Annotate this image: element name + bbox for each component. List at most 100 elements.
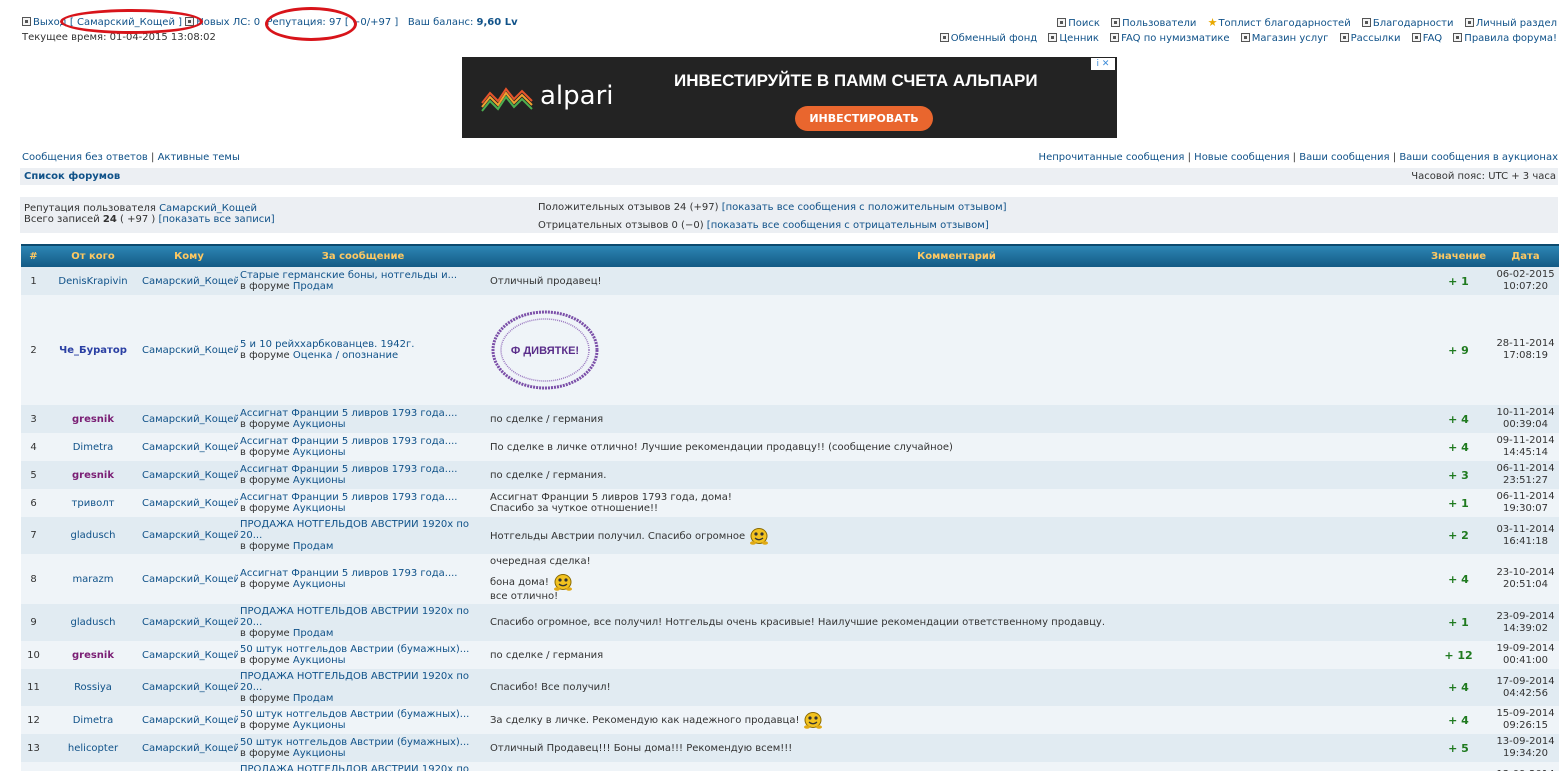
search-link[interactable]: Поиск [1068, 18, 1100, 29]
post-title-link[interactable]: Ассигнат Франции 5 ливров 1793 года.... [240, 568, 486, 579]
post-title-link[interactable]: ПРОДАЖА НОТГЕЛЬДОВ АВСТРИИ 1920х по [240, 606, 486, 617]
new-posts-link[interactable]: Новые сообщения [1194, 152, 1289, 163]
reputation-label[interactable]: Репутация: 97 [267, 17, 342, 28]
post-title-link[interactable]: Ассигнат Франции 5 ливров 1793 года.... [240, 408, 486, 419]
post-title-link[interactable]: Старые германские боны, нотгельды и... [240, 270, 486, 281]
active-topics-link[interactable]: Активные темы [158, 152, 240, 163]
faq-link[interactable]: FAQ [1423, 33, 1442, 44]
to-user-link[interactable]: Самарский_Кощей [142, 682, 238, 693]
forum-link[interactable]: Аукционы [293, 655, 346, 666]
comment-text-line2: Спасибо за чуткое отношение!! [490, 503, 658, 514]
from-user-link[interactable]: Dimetra [73, 442, 114, 453]
logout-link[interactable]: Выход [33, 17, 67, 28]
shop-icon [1240, 33, 1250, 42]
comment-text: По сделке в личке отлично! Лучшие рекоме… [490, 441, 953, 453]
to-user-link[interactable]: Самарский_Кощей [142, 530, 238, 541]
your-auction-posts-link[interactable]: Ваши сообщения в аукционах [1399, 152, 1558, 163]
username-link[interactable]: [ Самарский_Кощей ] [70, 17, 182, 28]
date-cell: 03-11-2014 16:41:18 [1492, 517, 1559, 554]
show-negative-link[interactable]: [показать все сообщения с отрицательным … [707, 220, 989, 231]
comment-cell: За сделку в личке. Рекомендую как надежн… [488, 706, 1425, 734]
to-user-link[interactable]: Самарский_Кощей [142, 715, 238, 726]
thanks-toplist-link[interactable]: Топлист благодарностей [1218, 18, 1350, 29]
forum-link[interactable]: Продам [293, 541, 334, 552]
post-title-link-cont[interactable]: 20... [240, 682, 486, 693]
post-cell: ПРОДАЖА НОТГЕЛЬДОВ АВСТРИИ 1920х по20...… [238, 517, 488, 554]
forum-link[interactable]: Аукционы [293, 447, 346, 458]
from-user-link[interactable]: gladusch [71, 530, 116, 541]
personal-section-link[interactable]: Личный раздел [1476, 18, 1557, 29]
post-title-link[interactable]: Ассигнат Франции 5 ливров 1793 года.... [240, 464, 486, 475]
forum-link[interactable]: Аукционы [293, 748, 346, 759]
post-title-link[interactable]: ПРОДАЖА НОТГЕЛЬДОВ АВСТРИИ 1920х по [240, 671, 486, 682]
date-value: 15-09-2014 [1496, 708, 1555, 719]
mailing-link[interactable]: Рассылки [1351, 33, 1401, 44]
time-value: 17:08:19 [1503, 350, 1548, 361]
post-title-link-cont[interactable]: 20... [240, 530, 486, 541]
to-user-link[interactable]: Самарский_Кощей [142, 650, 238, 661]
to-user-link[interactable]: Самарский_Кощей [142, 345, 238, 356]
forum-link[interactable]: Оценка / опознание [293, 350, 398, 361]
post-title-link[interactable]: 5 и 10 рейххарбкованцев. 1942г. [240, 339, 486, 350]
forum-link[interactable]: Аукционы [293, 475, 346, 486]
price-link[interactable]: Ценник [1059, 33, 1099, 44]
forum-link[interactable]: Аукционы [293, 503, 346, 514]
ad-banner[interactable]: alpari ИНВЕСТИРУЙТЕ В ПАММ СЧЕТА АЛЬПАРИ… [462, 57, 1117, 138]
from-user-link[interactable]: gladusch [71, 617, 116, 628]
post-title-link[interactable]: Ассигнат Франции 5 ливров 1793 года.... [240, 492, 486, 503]
to-user-link[interactable]: Самарский_Кощей [142, 442, 238, 453]
thanks-link[interactable]: Благодарности [1373, 18, 1454, 29]
from-user-link[interactable]: Че_Буратор [59, 345, 127, 356]
date-value: 06-11-2014 [1496, 491, 1555, 502]
forum-link[interactable]: Аукционы [293, 720, 346, 731]
from-user-link[interactable]: gresnik [72, 470, 114, 481]
to-user-link[interactable]: Самарский_Кощей [142, 743, 238, 754]
exchange-link[interactable]: Обменный фонд [951, 33, 1038, 44]
from-user-link[interactable]: gresnik [72, 650, 114, 661]
from-user-link[interactable]: Dimetra [73, 715, 114, 726]
mailing-icon [1339, 33, 1349, 42]
summary-user-link[interactable]: Самарский_Кощей [159, 203, 257, 214]
from-user-link[interactable]: marazm [72, 574, 113, 585]
from-user-link[interactable]: триволт [72, 498, 115, 509]
new-pm-link[interactable]: Новых ЛС: 0 [196, 17, 260, 28]
forum-index-link[interactable]: Список форумов [24, 171, 120, 182]
post-cell: Ассигнат Франции 5 ливров 1793 года.... в… [238, 554, 488, 604]
forum-link[interactable]: Продам [293, 628, 334, 639]
banner-invest-button[interactable]: ИНВЕСТИРОВАТЬ [795, 106, 933, 131]
post-title-link[interactable]: 50 штук нотгельдов Австрии (бумажных)... [240, 709, 486, 720]
date-value: 06-11-2014 [1496, 463, 1555, 474]
post-title-link[interactable]: ПРОДАЖА НОТГЕЛЬДОВ АВСТРИИ 1920х по [240, 519, 486, 530]
forum-link[interactable]: Продам [293, 693, 334, 704]
post-title-link[interactable]: ПРОДАЖА НОТГЕЛЬДОВ АВСТРИИ 1920х по [240, 764, 486, 771]
from-user-link[interactable]: gresnik [72, 414, 114, 425]
post-title-link[interactable]: Ассигнат Франции 5 ливров 1793 года.... [240, 436, 486, 447]
users-link[interactable]: Пользователи [1122, 18, 1196, 29]
to-user-link[interactable]: Самарский_Кощей [142, 498, 238, 509]
from-user-link[interactable]: DenisKrapivin [58, 276, 127, 287]
reputation-detail: [ −0/+97 ] [344, 17, 399, 28]
from-user-link[interactable]: Rossiya [74, 682, 112, 693]
unanswered-link[interactable]: Сообщения без ответов [22, 152, 148, 163]
from-user-link[interactable]: helicopter [68, 743, 118, 754]
shop-link[interactable]: Магазин услуг [1252, 33, 1329, 44]
forum-link[interactable]: Аукционы [293, 579, 346, 590]
faq-numismatics-link[interactable]: FAQ по нумизматике [1121, 33, 1229, 44]
to-user-link[interactable]: Самарский_Кощей [142, 470, 238, 481]
to-user-link[interactable]: Самарский_Кощей [142, 617, 238, 628]
show-positive-link[interactable]: [показать все сообщения с положительным … [722, 202, 1007, 213]
forum-link[interactable]: Продам [293, 281, 334, 292]
forum-link[interactable]: Аукционы [293, 419, 346, 430]
rep-value: + 4 [1425, 706, 1492, 734]
to-user-link[interactable]: Самарский_Кощей [142, 574, 238, 585]
post-title-link[interactable]: 50 штук нотгельдов Австрии (бумажных)... [240, 737, 486, 748]
post-title-link[interactable]: 50 штук нотгельдов Австрии (бумажных)... [240, 644, 486, 655]
rules-link[interactable]: Правила форума! [1464, 33, 1557, 44]
to-user-link[interactable]: Самарский_Кощей [142, 276, 238, 287]
to-user-link[interactable]: Самарский_Кощей [142, 414, 238, 425]
post-title-link-cont[interactable]: 20... [240, 617, 486, 628]
unread-link[interactable]: Непрочитанные сообщения [1039, 152, 1185, 163]
ad-close-icon[interactable]: i ✕ [1091, 58, 1115, 70]
your-posts-link[interactable]: Ваши сообщения [1299, 152, 1389, 163]
show-all-link[interactable]: [показать все записи] [158, 214, 274, 225]
